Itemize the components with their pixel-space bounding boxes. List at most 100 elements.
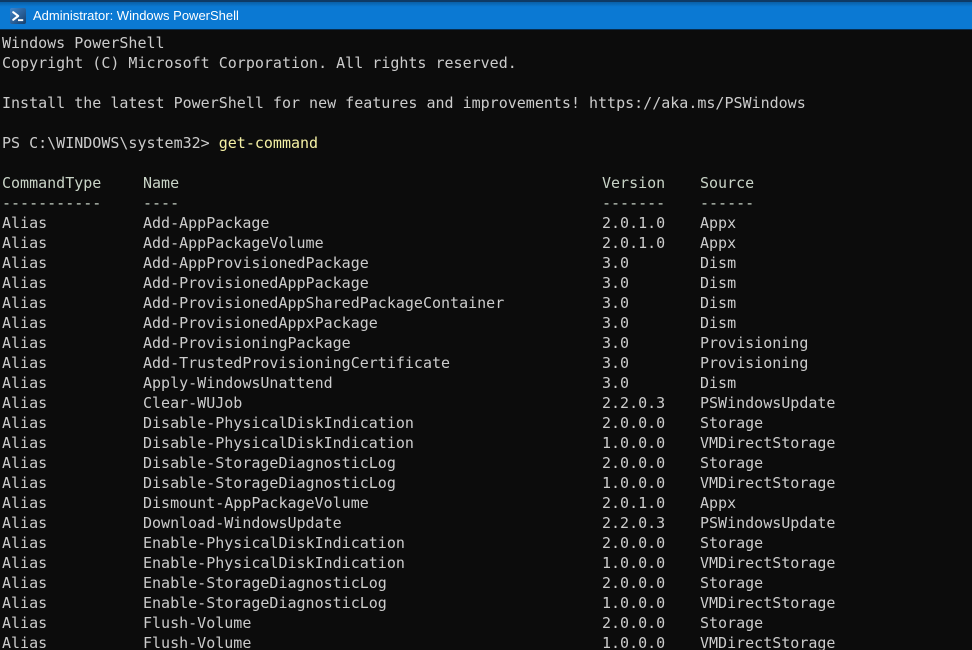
cell-name: Add-AppProvisionedPackage bbox=[143, 253, 369, 273]
cell-commandtype: Alias bbox=[2, 473, 47, 493]
cell-version: 1.0.0.0 bbox=[602, 593, 665, 613]
cell-commandtype: Alias bbox=[2, 593, 47, 613]
table-row: Alias Add-AppProvisionedPackage 3.0 Dism bbox=[2, 253, 972, 273]
cell-commandtype: Alias bbox=[2, 633, 47, 650]
table-row: AliasFlush-Volume2.0.0.0Storage bbox=[2, 613, 972, 633]
cell-source: Dism bbox=[700, 273, 736, 293]
cell-source: Dism bbox=[700, 373, 736, 393]
table-rows: Alias Add-AppPackage 2.0.1.0 Appx Alias Add-A… bbox=[2, 213, 972, 650]
cell-commandtype: Alias bbox=[2, 453, 47, 473]
cell-commandtype: Alias bbox=[2, 353, 47, 373]
table-header-row: CommandType Name Version Source bbox=[2, 173, 972, 193]
cell-name: Add-AppPackageVolume bbox=[143, 233, 324, 253]
cell-source: Dism bbox=[700, 293, 736, 313]
cell-commandtype: Alias bbox=[2, 393, 47, 413]
cell-name: Add-ProvisionedAppPackage bbox=[143, 273, 369, 293]
cell-name: Clear-WUJob bbox=[143, 393, 242, 413]
blank-line bbox=[2, 153, 972, 173]
table-row: AliasAdd-ProvisionedAppSharedPackageCont… bbox=[2, 293, 972, 313]
cell-source: Provisioning bbox=[700, 353, 808, 373]
table-row: AliasDownload-WindowsUpdate2.2.0.3PSWind… bbox=[2, 513, 972, 533]
cell-version: 1.0.0.0 bbox=[602, 553, 665, 573]
cell-name: Disable-PhysicalDiskIndication bbox=[143, 433, 414, 453]
terminal-output[interactable]: Windows PowerShell Copyright (C) Microso… bbox=[0, 30, 972, 650]
cell-name: Download-WindowsUpdate bbox=[143, 513, 342, 533]
table-row: AliasEnable-PhysicalDiskIndication1.0.0.… bbox=[2, 553, 972, 573]
table-row: Alias Dismount-AppPackageVolume 2.0.1.0 App… bbox=[2, 493, 972, 513]
cell-version: 2.0.1.0 bbox=[602, 233, 665, 253]
cell-version: 2.0.0.0 bbox=[602, 533, 665, 553]
cell-commandtype: Alias bbox=[2, 433, 47, 453]
cell-commandtype: Alias bbox=[2, 293, 47, 313]
cell-version: 3.0 bbox=[602, 293, 629, 313]
cell-version: 1.0.0.0 bbox=[602, 433, 665, 453]
cell-source: Appx bbox=[700, 493, 736, 513]
cell-commandtype: Alias bbox=[2, 373, 47, 393]
titlebar[interactable]: Administrator: Windows PowerShell bbox=[0, 0, 972, 30]
cell-commandtype: Alias bbox=[2, 333, 47, 353]
cell-name: Add-TrustedProvisioningCertificate bbox=[143, 353, 450, 373]
cell-version: 2.0.0.0 bbox=[602, 453, 665, 473]
prompt-line: PS C:\WINDOWS\system32> get-command bbox=[2, 133, 972, 153]
cell-commandtype: Alias bbox=[2, 273, 47, 293]
table-row: AliasAdd-TrustedProvisioningCertificate3… bbox=[2, 353, 972, 373]
header-source: Source bbox=[700, 173, 754, 193]
cell-name: Disable-StorageDiagnosticLog bbox=[143, 453, 396, 473]
cell-version: 3.0 bbox=[602, 273, 629, 293]
cell-name: Add-AppPackage bbox=[143, 213, 269, 233]
cell-source: Storage bbox=[700, 533, 763, 553]
banner-line-2: Copyright (C) Microsoft Corporation. All… bbox=[2, 53, 972, 73]
cell-source: Appx bbox=[700, 233, 736, 253]
cell-source: Storage bbox=[700, 453, 763, 473]
cell-name: Flush-Volume bbox=[143, 613, 251, 633]
underline-commandtype: ----------- bbox=[2, 193, 101, 213]
blank-line bbox=[2, 73, 972, 93]
cell-commandtype: Alias bbox=[2, 553, 47, 573]
table-row: Alias Add-ProvisionedAppPackage 3.0 Dism bbox=[2, 273, 972, 293]
cell-name: Apply-WindowsUnattend bbox=[143, 373, 333, 393]
cell-name: Enable-StorageDiagnosticLog bbox=[143, 593, 387, 613]
table-row: AliasEnable-StorageDiagnosticLog2.0.0.0S… bbox=[2, 573, 972, 593]
header-name: Name bbox=[143, 173, 179, 193]
cell-name: Enable-PhysicalDiskIndication bbox=[143, 533, 405, 553]
table-row: AliasEnable-PhysicalDiskIndication2.0.0.… bbox=[2, 533, 972, 553]
cell-version: 3.0 bbox=[602, 333, 629, 353]
cell-commandtype: Alias bbox=[2, 213, 47, 233]
cell-source: Dism bbox=[700, 313, 736, 333]
cell-source: Storage bbox=[700, 413, 763, 433]
underline-name: ---- bbox=[143, 193, 179, 213]
cell-commandtype: Alias bbox=[2, 233, 47, 253]
table-row: Alias Add-ProvisionedAppxPackage 3.0 Dism bbox=[2, 313, 972, 333]
cell-commandtype: Alias bbox=[2, 313, 47, 333]
table-row: AliasApply-WindowsUnattend3.0Dism bbox=[2, 373, 972, 393]
cell-commandtype: Alias bbox=[2, 493, 47, 513]
cell-version: 2.0.1.0 bbox=[602, 493, 665, 513]
cell-commandtype: Alias bbox=[2, 413, 47, 433]
header-version: Version bbox=[602, 173, 665, 193]
cell-version: 1.0.0.0 bbox=[602, 633, 665, 650]
cell-source: VMDirectStorage bbox=[700, 633, 835, 650]
typed-command: get-command bbox=[219, 134, 318, 152]
table-row: AliasDisable-PhysicalDiskIndication2.0.0… bbox=[2, 413, 972, 433]
cell-name: Disable-StorageDiagnosticLog bbox=[143, 473, 396, 493]
cell-name: Add-ProvisionedAppxPackage bbox=[143, 313, 378, 333]
window-title: Administrator: Windows PowerShell bbox=[33, 8, 239, 23]
cell-source: PSWindowsUpdate bbox=[700, 393, 835, 413]
underline-version: ------- bbox=[602, 193, 665, 213]
table-row: Alias Disable-PhysicalDiskIndication 1.0.0… bbox=[2, 433, 972, 453]
cell-version: 3.0 bbox=[602, 253, 629, 273]
cell-name: Add-ProvisioningPackage bbox=[143, 333, 351, 353]
banner-line-1: Windows PowerShell bbox=[2, 33, 972, 53]
cell-version: 3.0 bbox=[602, 313, 629, 333]
powershell-window: Administrator: Windows PowerShell Window… bbox=[0, 0, 972, 650]
cell-source: Dism bbox=[700, 253, 736, 273]
cell-source: VMDirectStorage bbox=[700, 593, 835, 613]
header-commandtype: CommandType bbox=[2, 173, 101, 193]
cell-name: Dismount-AppPackageVolume bbox=[143, 493, 369, 513]
cell-name: Enable-StorageDiagnosticLog bbox=[143, 573, 387, 593]
table-row: Alias Enable-StorageDiagnosticLog 1.0.0.0 V… bbox=[2, 593, 972, 613]
table-row: AliasAdd-AppPackage2.0.1.0Appx bbox=[2, 213, 972, 233]
powershell-icon bbox=[10, 8, 26, 24]
cell-commandtype: Alias bbox=[2, 253, 47, 273]
cell-version: 2.0.0.0 bbox=[602, 613, 665, 633]
